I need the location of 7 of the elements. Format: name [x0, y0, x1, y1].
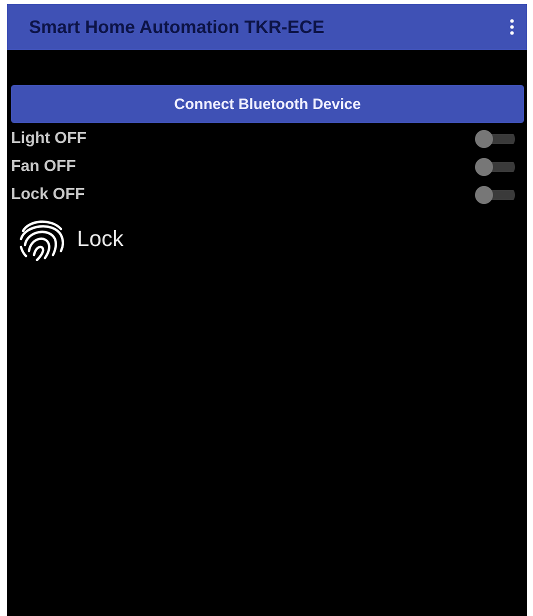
connect-bluetooth-button[interactable]: Connect Bluetooth Device [11, 85, 524, 123]
fingerprint-lock-label: Lock [77, 226, 124, 252]
switch-label: Light OFF [11, 130, 87, 148]
switch-label: Lock OFF [11, 186, 85, 204]
app-title: Smart Home Automation TKR-ECE [29, 16, 324, 38]
switch-label: Fan OFF [11, 158, 76, 176]
more-menu-icon[interactable] [509, 19, 515, 35]
